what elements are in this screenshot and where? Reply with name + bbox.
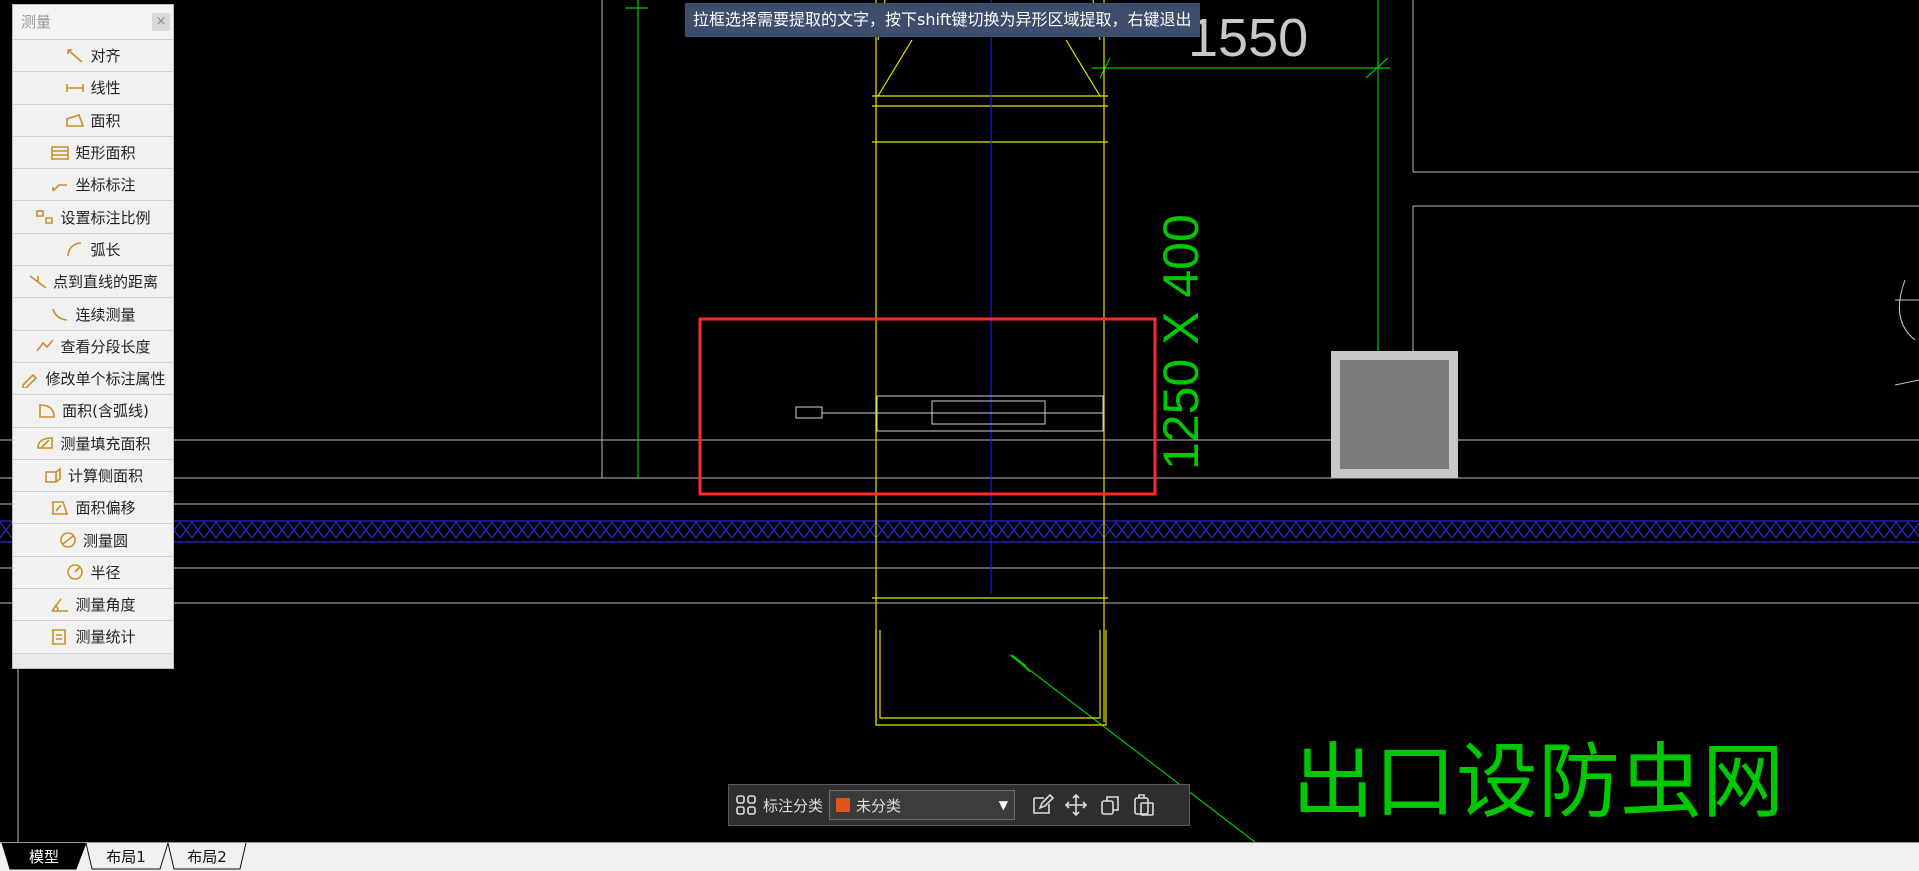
panel-header: 测量 × [13, 5, 173, 40]
measure-item-label: 半径 [90, 563, 121, 582]
tab-layout2[interactable]: 布局2 [174, 845, 240, 869]
measure-item-label: 弧长 [90, 240, 121, 259]
measure-item-label: 计算侧面积 [67, 467, 143, 485]
close-icon[interactable]: × [152, 13, 170, 31]
angle-icon [51, 598, 69, 612]
measure-item-label: 点到直线的距离 [52, 273, 158, 292]
command-hint: 拉框选择需要提取的文字，按下shift键切换为异形区域提取，右键退出 [685, 3, 1200, 37]
measure-item-label: 坐标标注 [75, 176, 136, 195]
cad-drawing-canvas[interactable]: 1550 1250 X 400 出口设防虫网 [0, 0, 1919, 842]
measure-item-label: 设置标注比例 [60, 208, 151, 227]
segment-length-icon [36, 339, 55, 352]
measure-item-13[interactable]: 计算侧面积 [13, 459, 173, 493]
arc-area-icon [39, 404, 55, 418]
copy-icon[interactable] [1093, 788, 1127, 822]
edit-icon[interactable] [1025, 788, 1059, 822]
measure-item-1[interactable]: 线性 [13, 72, 173, 105]
measure-item-label: 对齐 [90, 47, 121, 66]
measure-item-12[interactable]: 测量填充面积 [13, 427, 173, 460]
measure-item-label: 连续测量 [75, 305, 136, 324]
circle-measure-icon [60, 532, 76, 548]
tab-model[interactable]: 模型 [12, 845, 76, 869]
point-line-icon [29, 275, 47, 289]
measure-item-8[interactable]: 连续测量 [13, 298, 173, 331]
hatch-area-icon [37, 437, 54, 450]
equipment-box-inner [1340, 360, 1449, 469]
arc-length-icon [67, 242, 82, 257]
measure-item-label: 测量填充面积 [60, 434, 151, 453]
measure-item-18[interactable]: 测量统计 [13, 621, 173, 654]
measure-item-label: 面积 [90, 111, 121, 130]
chevron-down-icon: ▼ [998, 798, 1009, 812]
panel-title: 测量 [21, 13, 52, 31]
measure-item-3[interactable]: 矩形面积 [13, 136, 173, 170]
dim-text-top: 1550 [1188, 8, 1308, 68]
coordinate-icon [52, 184, 68, 192]
measure-item-5[interactable]: 设置标注比例 [13, 201, 173, 234]
duct-outline [872, 0, 1108, 726]
measure-item-label: 查看分段长度 [60, 337, 151, 356]
align-measure-icon [67, 48, 84, 63]
measure-item-11[interactable]: 面积(含弧线) [13, 395, 173, 428]
area-offset-icon [52, 500, 69, 515]
measure-item-17[interactable]: 测量角度 [13, 589, 173, 622]
area-icon [66, 114, 85, 128]
rect-area-icon [51, 145, 70, 160]
measure-item-label: 测量统计 [75, 628, 136, 647]
edit-dimension-icon [22, 373, 38, 388]
measure-item-label: 矩形面积 [75, 144, 136, 163]
measure-item-14[interactable]: 面积偏移 [13, 492, 173, 525]
measure-item-9[interactable]: 查看分段长度 [13, 330, 173, 363]
partial-text-right [1894, 279, 1919, 386]
green-dimension-lines [625, 0, 1390, 842]
move-icon[interactable] [1059, 788, 1093, 822]
measure-item-6[interactable]: 弧长 [13, 233, 173, 267]
selection-box[interactable] [698, 317, 1157, 496]
statistics-icon [52, 629, 67, 645]
measure-item-15[interactable]: 测量圆 [13, 524, 173, 557]
wall-lines [0, 0, 1919, 842]
annotation-text: 出口设防虫网 [1292, 737, 1784, 828]
grid-icon[interactable] [729, 788, 763, 822]
continuous-measure-icon [52, 308, 68, 321]
measure-item-label: 线性 [90, 79, 121, 98]
category-select[interactable]: 未分类 ▼ [829, 790, 1016, 820]
measure-item-10[interactable]: 修改单个标注属性 [13, 362, 173, 396]
dim-text-vertical: 1250 X 400 [1153, 214, 1209, 470]
measure-panel: 测量 × 对齐线性面积矩形面积坐标标注设置标注比例 弧长点到直线的距离 连续测量查看… [12, 4, 174, 669]
annotation-toolbar: 标注分类 未分类 ▼ [728, 784, 1190, 826]
hatch-band [0, 521, 1919, 542]
category-label: 标注分类 [763, 796, 824, 815]
measure-item-0[interactable]: 对齐 [13, 40, 173, 73]
layout-tabbar: 模型 布局1 布局2 [0, 842, 1919, 871]
damper-component [795, 395, 1104, 432]
measure-item-label: 测量圆 [82, 531, 128, 550]
measure-item-2[interactable]: 面积 [13, 104, 173, 137]
radius-icon [67, 564, 84, 581]
measure-item-label: 面积偏移 [75, 499, 136, 518]
linear-measure-icon [66, 83, 85, 92]
tab-layout1[interactable]: 布局1 [92, 845, 160, 869]
category-value: 未分类 [856, 796, 902, 815]
scale-icon [36, 210, 54, 224]
measure-item-label: 测量角度 [75, 596, 136, 615]
measure-item-4[interactable]: 坐标标注 [13, 169, 173, 202]
measure-item-label: 修改单个标注属性 [45, 370, 166, 389]
measure-item-7[interactable]: 点到直线的距离 [13, 266, 173, 299]
side-area-icon [45, 466, 61, 483]
paste-icon[interactable] [1127, 788, 1161, 822]
measure-item-label: 面积(含弧线) [62, 402, 149, 421]
category-color-swatch [836, 798, 851, 812]
measure-item-16[interactable]: 半径 [13, 556, 173, 590]
